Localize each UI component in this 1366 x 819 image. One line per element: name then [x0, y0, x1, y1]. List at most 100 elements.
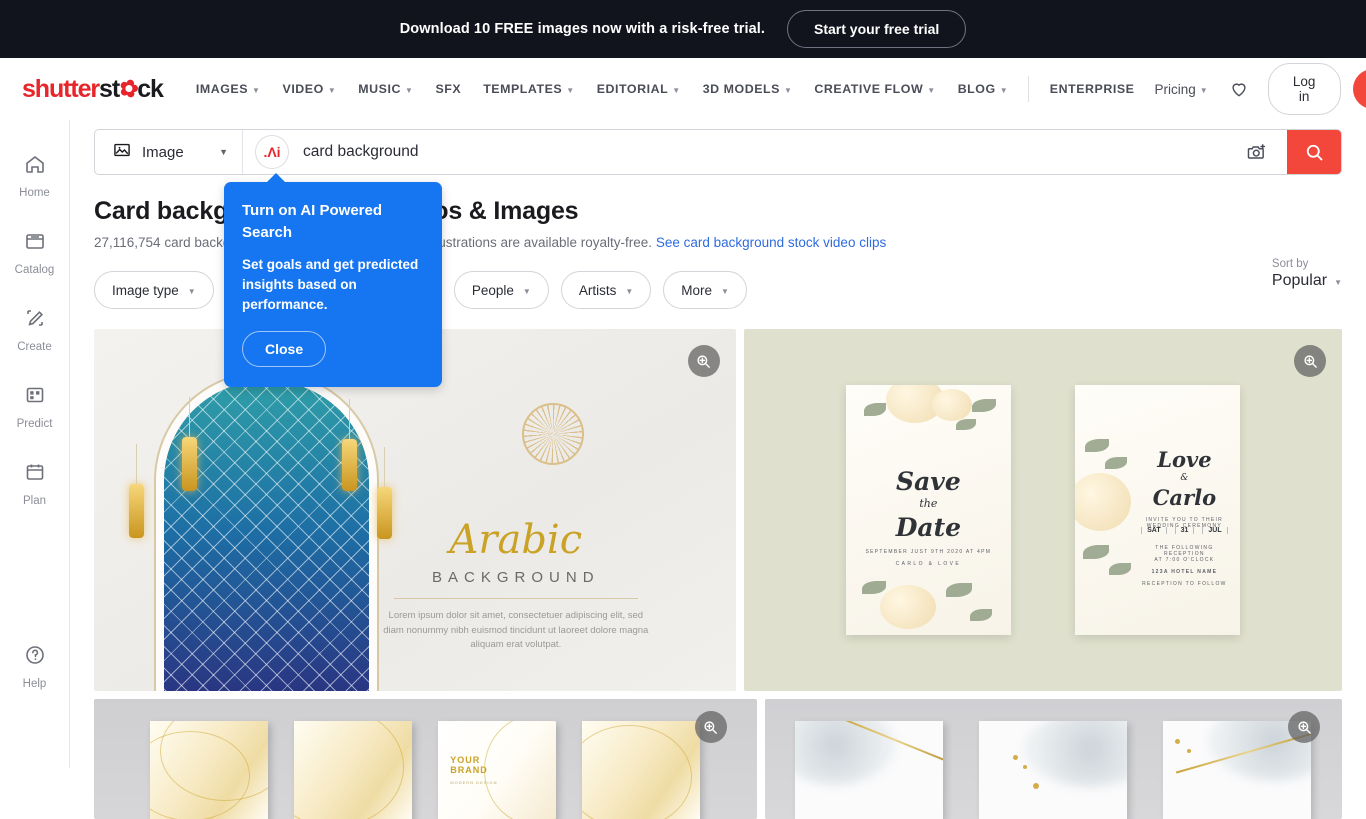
marble-cards-artwork [765, 699, 1342, 819]
watercolor-blob [795, 721, 895, 785]
chevron-down-icon: ▼ [523, 287, 531, 296]
chevron-down-icon: ▼ [721, 287, 729, 296]
leaf-shape [1109, 563, 1131, 575]
result-tile-wedding-invitations[interactable]: Save the Date SEPTEMBER JUST 9TH 2020 AT… [744, 329, 1342, 691]
flower-shape [880, 585, 936, 629]
filter-label: More [681, 283, 712, 298]
sidebar-item-help[interactable]: Help [0, 643, 70, 690]
gold-card-3-your-brand: YOUR BRAND MODERN DESIGN [438, 721, 556, 819]
mandala-ornament-icon [522, 403, 584, 465]
nav-item-music[interactable]: MUSIC ▼ [347, 74, 424, 104]
marble-card-3 [1163, 721, 1311, 819]
wave-shape [582, 725, 692, 819]
chevron-down-icon: ▼ [219, 147, 228, 157]
nav-item-images[interactable]: IMAGES ▼ [185, 74, 272, 104]
wedding-card2-ampersand: & [1137, 473, 1232, 483]
logo-part-1: shutter [22, 75, 99, 103]
reverse-image-search-icon[interactable] [1227, 141, 1287, 163]
magnifier-plus-icon[interactable] [688, 345, 720, 377]
gold-dot-accent [1033, 783, 1039, 789]
leaf-shape [862, 581, 886, 594]
wedding-card2-day: SAT [1141, 527, 1166, 534]
leaf-shape [972, 399, 996, 412]
left-sidebar: Home Catalog Create Predict [0, 120, 70, 768]
wedding-card2-footer-3: 123A HOTEL NAME [1137, 569, 1232, 575]
wedding-card2-footer-2: AT 7:00 O'CLOCK [1137, 557, 1232, 563]
ai-search-tooltip: Turn on AI Powered Search Set goals and … [224, 182, 442, 387]
magnifier-plus-icon[interactable] [1294, 345, 1326, 377]
sidebar-item-create[interactable]: Create [0, 306, 70, 353]
help-icon [23, 643, 47, 672]
start-free-trial-button[interactable]: Start your free trial [787, 10, 966, 48]
home-icon [23, 152, 47, 181]
nav-item-sfx[interactable]: SFX [424, 74, 472, 104]
wedding-card2-date: 31 [1175, 527, 1195, 534]
chevron-down-icon: ▼ [672, 86, 680, 95]
shutterstock-logo[interactable]: shutterst✿ck [22, 75, 163, 104]
sidebar-item-catalog[interactable]: Catalog [0, 229, 70, 276]
leaf-shape [946, 583, 972, 597]
gold-dot-accent [1187, 749, 1191, 753]
nav-item-3d-models[interactable]: 3D MODELS ▼ [692, 74, 804, 104]
result-tile-marble-gold-cards[interactable] [765, 699, 1342, 819]
sort-by-control[interactable]: Sort by Popular ▼ [1272, 258, 1342, 290]
gold-dot-accent [1175, 739, 1180, 744]
log-in-button[interactable]: Log in [1268, 63, 1341, 115]
favorites-heart-icon[interactable] [1218, 73, 1260, 105]
sidebar-item-label: Home [19, 187, 50, 199]
wedding-card-save-the-date: Save the Date SEPTEMBER JUST 9TH 2020 AT… [846, 385, 1011, 635]
sort-by-label: Sort by [1272, 258, 1342, 270]
gold-dot-accent [1013, 755, 1018, 760]
filter-more[interactable]: More ▼ [663, 271, 747, 309]
promo-text: Download 10 FREE images now with a risk-… [400, 21, 765, 37]
nav-label: CREATIVE FLOW [814, 82, 923, 96]
nav-label: MUSIC [358, 82, 401, 96]
nav-item-video[interactable]: VIDEO ▼ [272, 74, 348, 104]
nav-item-blog[interactable]: BLOG ▼ [947, 74, 1019, 104]
brand-line-2: BRAND [450, 765, 488, 775]
free-trial-button[interactable]: Free t [1353, 69, 1366, 109]
nav-item-creative-flow[interactable]: CREATIVE FLOW ▼ [803, 74, 946, 104]
arabic-card-divider [394, 598, 638, 599]
magnifier-plus-icon[interactable] [695, 711, 727, 743]
wedding-card1-names: CARLO & LOVE [846, 561, 1011, 567]
nav-item-templates[interactable]: TEMPLATES ▼ [472, 74, 586, 104]
create-icon [23, 306, 47, 335]
search-bar: Image ▼ .Λi [94, 129, 1342, 175]
search-submit-button[interactable] [1287, 130, 1341, 174]
gold-card-2 [294, 721, 412, 819]
search-input[interactable] [289, 143, 1227, 161]
nav-item-pricing[interactable]: Pricing ▼ [1146, 74, 1215, 105]
predict-icon [23, 383, 47, 412]
chevron-down-icon: ▼ [1000, 86, 1008, 95]
filter-artists[interactable]: Artists ▼ [561, 271, 651, 309]
chevron-down-icon: ▼ [1200, 86, 1208, 95]
tooltip-close-button[interactable]: Close [242, 331, 326, 367]
search-type-dropdown[interactable]: Image ▼ [95, 130, 243, 174]
plan-icon [23, 460, 47, 489]
brand-subline: MODERN DESIGN [450, 780, 497, 785]
image-type-icon [111, 140, 133, 165]
result-tile-gold-business-cards[interactable]: YOUR BRAND MODERN DESIGN [94, 699, 757, 819]
filter-image-type[interactable]: Image type ▼ [94, 271, 214, 309]
arabic-arch-shape [164, 381, 369, 691]
header-divider [1028, 76, 1029, 102]
magnifier-plus-icon[interactable] [1288, 711, 1320, 743]
see-video-clips-link[interactable]: See card background stock video clips [656, 235, 886, 250]
sidebar-item-home[interactable]: Home [0, 152, 70, 199]
leaf-shape [956, 419, 976, 430]
wedding-card1-line1: Save [846, 467, 1011, 496]
search-type-label: Image [142, 144, 184, 161]
sidebar-item-plan[interactable]: Plan [0, 460, 70, 507]
wedding-card1-small-text: SEPTEMBER JUST 9TH 2020 AT 4PM [846, 549, 1011, 555]
ai-search-toggle-icon[interactable]: .Λi [255, 135, 289, 169]
nav-item-enterprise[interactable]: ENTERPRISE [1040, 74, 1145, 104]
chevron-down-icon: ▼ [328, 86, 336, 95]
nav-item-editorial[interactable]: EDITORIAL ▼ [586, 74, 692, 104]
nav-label: BLOG [958, 82, 996, 96]
filter-people[interactable]: People ▼ [454, 271, 549, 309]
marble-card-1 [795, 721, 943, 819]
sort-by-value[interactable]: Popular ▼ [1272, 272, 1342, 290]
sidebar-item-predict[interactable]: Predict [0, 383, 70, 430]
gold-card-1 [150, 721, 268, 819]
